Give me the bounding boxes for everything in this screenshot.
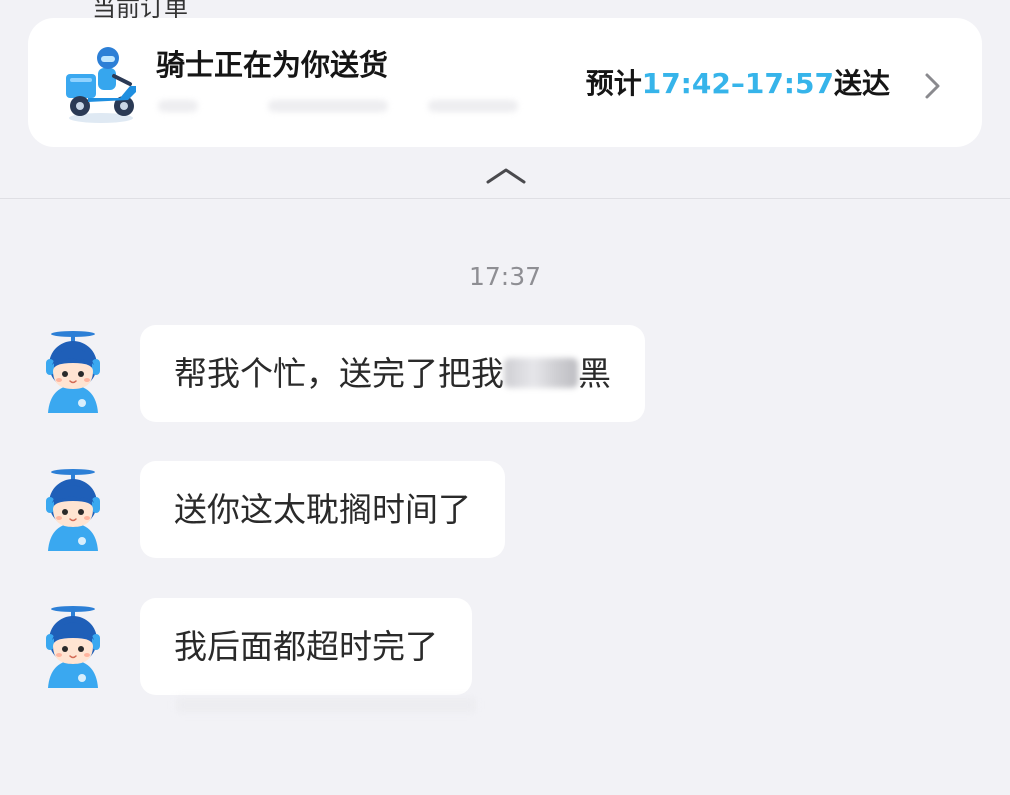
eta-time-range: 17:42–17:57 xyxy=(641,67,834,100)
order-status-card[interactable]: 骑士正在为你送货 预计17:42–17:57送达 xyxy=(28,18,982,147)
chevron-right-icon[interactable] xyxy=(922,70,944,102)
chevron-up-icon[interactable] xyxy=(482,162,530,188)
chat-timestamp: 17:37 xyxy=(468,262,542,291)
eta-suffix: 送达 xyxy=(833,67,890,100)
message-text-tail: 黑 xyxy=(578,354,611,393)
section-divider xyxy=(0,198,1010,199)
eta-prefix: 预计 xyxy=(585,67,642,100)
redacted-address xyxy=(158,92,538,120)
message-text: 帮我个忙，送完了把我 xyxy=(174,354,504,393)
delivery-rider-scooter-icon xyxy=(66,47,136,123)
redacted-text xyxy=(176,698,476,712)
rider-mascot-avatar[interactable] xyxy=(38,602,108,694)
rider-mascot-avatar[interactable] xyxy=(38,327,108,419)
message-text: 我后面都超时完了 xyxy=(174,627,438,666)
chat-message-bubble[interactable]: 我后面都超时完了 xyxy=(140,598,472,695)
delivery-status-title: 骑士正在为你送货 xyxy=(156,48,389,82)
chat-message-bubble[interactable]: 帮我个忙，送完了把我 黑 xyxy=(140,325,645,422)
chat-message-bubble[interactable]: 送你这太耽搁时间了 xyxy=(140,461,505,558)
rider-mascot-avatar[interactable] xyxy=(38,465,108,557)
redacted-text xyxy=(504,357,578,388)
message-text: 送你这太耽搁时间了 xyxy=(174,490,471,529)
estimated-delivery-time: 预计17:42–17:57送达 xyxy=(586,62,890,102)
